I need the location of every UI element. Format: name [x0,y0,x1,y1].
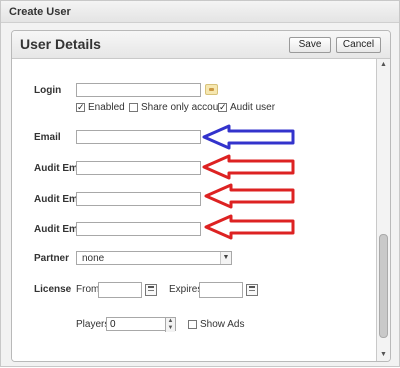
partner-value: none [82,253,105,264]
partner-select[interactable]: none ▼ [76,251,232,265]
login-input[interactable] [76,83,201,97]
license-expires-input[interactable] [199,282,243,298]
share-only-checkbox[interactable] [129,103,138,112]
scroll-thumb[interactable] [379,234,388,338]
stepper-arrows-icon[interactable]: ▲ ▼ [165,318,175,332]
chevron-down-icon[interactable]: ▼ [220,252,231,264]
license-label: License [34,284,72,295]
share-only-label: Share only account [141,102,227,113]
key-icon[interactable] [205,84,218,95]
enabled-label: Enabled [88,102,125,113]
calendar-icon[interactable] [246,284,258,296]
audit-email-input-2[interactable] [76,192,201,206]
form-body: Login ✓ Enabled Share only account ✓ Aud… [12,59,376,361]
show-ads-label: Show Ads [200,319,245,330]
enabled-checkbox[interactable]: ✓ [76,103,85,112]
audit-user-checkbox[interactable]: ✓ [218,103,227,112]
show-ads-checkbox[interactable] [188,320,197,329]
panel-title: User Details [20,36,101,52]
email-input[interactable] [76,130,201,144]
players-stepper[interactable]: 0 ▲ ▼ [106,317,176,332]
vertical-scrollbar[interactable]: ▲ ▼ [376,59,390,361]
user-details-panel: User Details Save Cancel Login ✓ Enabled… [11,30,391,362]
partner-label: Partner [34,253,70,264]
players-label: Players [76,319,110,330]
calendar-icon[interactable] [145,284,157,296]
window-titlebar: Create User [1,1,399,23]
audit-email-input-1[interactable] [76,161,201,175]
save-button[interactable]: Save [289,37,331,53]
license-from-input[interactable] [98,282,142,298]
email-label: Email [34,132,61,143]
window-title: Create User [9,6,71,18]
cancel-button[interactable]: Cancel [336,37,381,53]
panel-header: User Details Save Cancel [12,31,390,59]
audit-user-label: Audit user [230,102,276,113]
from-label: From [76,284,100,295]
expires-label: Expires [169,284,203,295]
players-value: 0 [110,319,116,330]
audit-email-input-3[interactable] [76,222,201,236]
login-label: Login [34,85,62,96]
create-user-window: Create User User Details Save Cancel Log… [0,0,400,367]
scroll-down-icon[interactable]: ▼ [377,350,390,360]
scroll-up-icon[interactable]: ▲ [377,60,390,70]
